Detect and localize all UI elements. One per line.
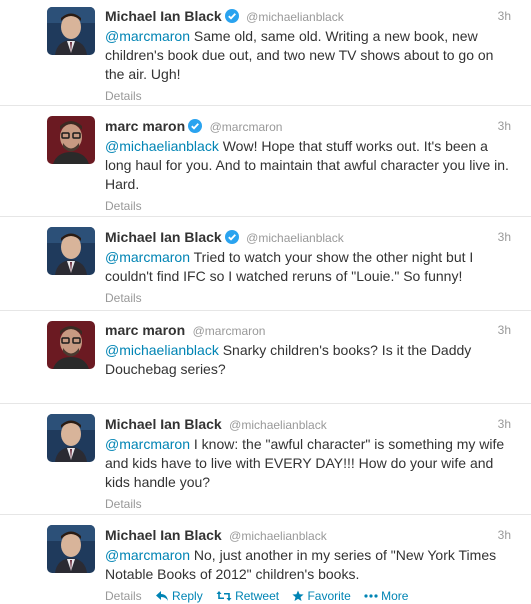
mention-link[interactable]: @marcmaron	[105, 547, 190, 563]
avatar-michael-ian-black[interactable]	[47, 414, 95, 462]
more-label: More	[381, 589, 409, 603]
verified-badge-icon	[224, 9, 239, 23]
tweet[interactable]: Michael Ian Black @michaelianblack 3h @m…	[0, 404, 531, 515]
mention-link[interactable]: @marcmaron	[105, 249, 190, 265]
mention-link[interactable]: @marcmaron	[105, 28, 190, 44]
author-fullname[interactable]: Michael Ian Black	[105, 527, 222, 543]
avatar-marc-maron[interactable]	[47, 321, 95, 369]
tweet[interactable]: Michael Ian Black @michaelianblack 3h @m…	[0, 0, 531, 106]
more-icon	[364, 594, 378, 598]
retweet-button[interactable]: Retweet	[216, 589, 279, 603]
tweet-text: @michaelianblack Snarky children's books…	[105, 341, 513, 379]
reply-button[interactable]: Reply	[155, 589, 203, 603]
author-username[interactable]: @marcmaron	[210, 120, 283, 134]
tweet-text: @marcmaron Same old, same old. Writing a…	[105, 27, 513, 84]
details-link[interactable]: Details	[105, 199, 142, 213]
tweet-timestamp[interactable]: 3h	[498, 320, 511, 340]
author-fullname[interactable]: Michael Ian Black	[105, 416, 222, 432]
details-link[interactable]: Details	[105, 89, 142, 103]
verified-badge-icon	[224, 230, 239, 244]
author-fullname[interactable]: marc maron	[105, 322, 185, 338]
star-icon	[292, 590, 305, 601]
tweet-text: @marcmaron I know: the "awful character"…	[105, 435, 513, 492]
reply-label: Reply	[172, 589, 203, 603]
tweet-timestamp[interactable]: 3h	[498, 414, 511, 434]
tweet-text: @marcmaron Tried to watch your show the …	[105, 248, 513, 286]
tweet-timestamp[interactable]: 3h	[498, 227, 511, 247]
avatar-michael-ian-black[interactable]	[47, 227, 95, 275]
author-username[interactable]: @michaelianblack	[246, 231, 344, 245]
author-username[interactable]: @michaelianblack	[246, 10, 344, 24]
author-username[interactable]: @michaelianblack	[229, 529, 327, 543]
verified-badge-icon	[188, 119, 203, 133]
tweet-timeline: Michael Ian Black @michaelianblack 3h @m…	[0, 0, 531, 603]
tweet-text: @michaelianblack Wow! Hope that stuff wo…	[105, 137, 513, 194]
tweet-text: @marcmaron No, just another in my series…	[105, 546, 513, 584]
avatar-michael-ian-black[interactable]	[47, 7, 95, 55]
retweet-icon	[216, 591, 232, 601]
author-username[interactable]: @michaelianblack	[229, 418, 327, 432]
avatar-michael-ian-black[interactable]	[47, 525, 95, 573]
details-link[interactable]: Details	[105, 589, 142, 603]
tweet-timestamp[interactable]: 3h	[498, 116, 511, 136]
favorite-label: Favorite	[307, 589, 351, 603]
tweet[interactable]: marc maron @marcmaron 3h @michaelianblac…	[0, 106, 531, 217]
mention-link[interactable]: @marcmaron	[105, 436, 190, 452]
details-link[interactable]: Details	[105, 497, 142, 511]
mention-link[interactable]: @michaelianblack	[105, 342, 219, 358]
tweet-timestamp[interactable]: 3h	[498, 6, 511, 26]
author-fullname[interactable]: Michael Ian Black	[105, 229, 222, 245]
retweet-label: Retweet	[235, 589, 280, 603]
tweet-actions-bar: Details Reply Retweet Favorite More	[105, 588, 513, 604]
author-fullname[interactable]: Michael Ian Black	[105, 8, 222, 24]
avatar-marc-maron[interactable]	[47, 116, 95, 164]
tweet-timestamp[interactable]: 3h	[498, 525, 511, 545]
reply-icon	[156, 591, 169, 601]
details-link[interactable]: Details	[105, 291, 142, 305]
tweet[interactable]: Michael Ian Black @michaelianblack 3h @m…	[0, 515, 531, 603]
author-fullname[interactable]: marc maron	[105, 118, 185, 134]
tweet[interactable]: Michael Ian Black @michaelianblack 3h @m…	[0, 217, 531, 311]
mention-link[interactable]: @michaelianblack	[105, 138, 219, 154]
author-username[interactable]: @marcmaron	[193, 324, 266, 338]
more-button[interactable]: More	[364, 589, 408, 603]
tweet[interactable]: marc maron @marcmaron 3h @michaelianblac…	[0, 311, 531, 404]
favorite-button[interactable]: Favorite	[292, 589, 351, 603]
